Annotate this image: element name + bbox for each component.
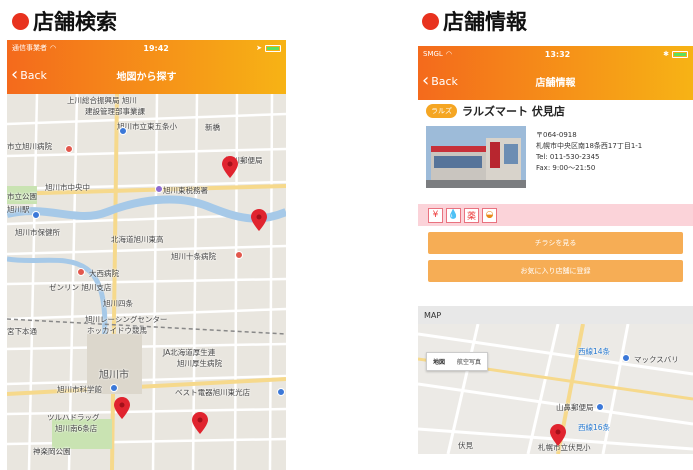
store-name: ラルズマート 伏見店 xyxy=(462,105,565,118)
map-label: ホッカイドウ競馬 xyxy=(87,326,147,335)
section-title-text: 店舗情報 xyxy=(443,10,527,34)
add-favorite-store-button[interactable]: お気に入り店舗に登録 xyxy=(428,260,683,282)
map-label: 旭川市中央中 xyxy=(45,183,90,192)
store-building-image xyxy=(426,126,526,188)
map-type-toggle: 地図 航空写真 xyxy=(426,352,489,371)
hospital-poi-icon xyxy=(235,251,243,259)
back-label: Back xyxy=(20,68,47,82)
map-label: 旭川駅 xyxy=(7,205,30,214)
map-view[interactable]: 上川総合振興局 旭川 建設管理部事業課 旭川市立東五条小 市立旭川病院 旭川郵便… xyxy=(7,94,286,470)
bluetooth-icon: ✱ xyxy=(663,50,669,58)
carrier-label: SMGL xyxy=(423,50,443,58)
back-button[interactable]: ‹ Back xyxy=(11,56,47,94)
store-hours: Fax: 9:00〜21:50 xyxy=(536,164,596,172)
map-type-map-button[interactable]: 地図 xyxy=(427,353,451,370)
yen-icon: ¥ xyxy=(428,207,443,223)
back-button[interactable]: ‹ Back xyxy=(422,62,458,100)
map-label-city: 旭川市 xyxy=(99,370,129,381)
map-label: マックスバリ xyxy=(634,355,679,364)
hospital-poi-icon xyxy=(77,268,85,276)
map-label: ツルハドラッグ xyxy=(47,413,100,422)
map-label: ベスト電器旭川東光店 xyxy=(175,388,251,397)
map-label: 宮下本通 xyxy=(7,327,37,336)
store-photo xyxy=(426,126,526,188)
map-label: 旭川厚生病院 xyxy=(177,359,222,368)
wifi-icon: ◠ xyxy=(445,50,452,58)
map-type-satellite-button[interactable]: 航空写真 xyxy=(451,353,487,370)
map-label: 北海道旭川東高 xyxy=(111,235,164,244)
battery-icon xyxy=(264,44,281,52)
map-label: 西線16条 xyxy=(578,423,611,432)
map-label: 旭川レーシングセンター xyxy=(85,315,168,324)
map-label: JA北海道厚生連 xyxy=(163,348,216,357)
map-label: 市立旭川病院 xyxy=(7,142,52,151)
battery-icon xyxy=(671,50,688,58)
map-label: 旭川市科学館 xyxy=(57,385,102,394)
hospital-poi-icon xyxy=(65,145,73,153)
store-pin-icon[interactable] xyxy=(222,156,238,178)
carrier-label: 通信事業者 xyxy=(12,44,47,52)
status-time: 19:42 xyxy=(143,43,169,53)
map-label: 旭川四条 xyxy=(103,299,133,308)
status-time: 13:32 xyxy=(544,49,571,59)
store-header: ラルズ ラルズマート 伏見店 xyxy=(418,100,693,122)
map-label: 伏見 xyxy=(458,441,473,450)
section-title-store-info: 店舗情報 xyxy=(422,6,527,36)
store-tel: Tel: 011-530-2345 xyxy=(536,153,600,161)
red-dot-icon xyxy=(12,12,29,30)
store-pin-icon[interactable] xyxy=(192,412,208,434)
map-label: ゼンリン 旭川支店 xyxy=(49,283,112,292)
pharmacy-icon: 薬 xyxy=(464,207,479,223)
nav-bar: ‹ Back 地図から探す xyxy=(7,56,286,94)
map-label: 大西病院 xyxy=(89,269,119,278)
phone-store-info: SMGL ◠ 13:32 ✱ ‹ Back 店舗情報 ラルズ ラルズマート 伏見… xyxy=(418,46,693,470)
post-office-poi-icon xyxy=(596,403,604,411)
red-dot-icon xyxy=(422,12,439,30)
map-label: 旭川東税務署 xyxy=(163,186,208,195)
nav-title: 地図から探す xyxy=(116,71,177,83)
nav-bar: ‹ Back 店舗情報 xyxy=(418,62,693,100)
map-label: 神楽岡公園 xyxy=(33,447,71,456)
store-brand-badge: ラルズ xyxy=(426,104,457,118)
chevron-left-icon: ‹ xyxy=(422,70,430,91)
view-flyer-button[interactable]: チラシを見る xyxy=(428,232,683,254)
poi-icon xyxy=(32,211,40,219)
poi-icon xyxy=(277,388,285,396)
store-address: 札幌市中央区南18条西17丁目1-1 xyxy=(536,142,643,150)
map-label: 市立公園 xyxy=(7,192,37,201)
phone-map-search: 通信事業者 ◠ 19:42 ➤ ‹ Back 地図から探す 上川総合振興局 旭川… xyxy=(7,40,286,470)
water-drop-icon: 💧 xyxy=(446,207,461,223)
map-label: 上川総合振興局 旭川 xyxy=(67,96,137,105)
store-pin-icon[interactable] xyxy=(251,209,267,231)
store-poi-icon xyxy=(622,354,630,362)
map-label: 西線14条 xyxy=(578,347,611,356)
store-map[interactable]: 地図 航空写真 西線14条 マックスバリ 山鼻郵便局 西線16条 伏見 札幌市立… xyxy=(418,324,693,454)
status-bar: 通信事業者 ◠ 19:42 ➤ xyxy=(7,40,286,56)
chevron-left-icon: ‹ xyxy=(11,64,19,85)
store-info: 〒064-0918 札幌市中央区南18条西17丁目1-1 Tel: 011-53… xyxy=(418,122,693,192)
map-label: 新橋 xyxy=(205,123,220,132)
location-arrow-icon: ➤ xyxy=(256,44,262,52)
map-label: 旭川市保健所 xyxy=(15,228,60,237)
bento-icon: ◒ xyxy=(482,207,497,223)
map-section-heading: MAP xyxy=(418,306,693,324)
section-title-text: 店舗検索 xyxy=(33,10,117,34)
transit-poi-icon xyxy=(119,127,127,135)
map-label: 山鼻郵便局 xyxy=(556,403,594,412)
back-label: Back xyxy=(431,74,458,88)
map-label: 旭川南6条店 xyxy=(55,424,98,433)
store-pin-icon[interactable] xyxy=(550,424,566,446)
section-title-store-search: 店舗検索 xyxy=(12,6,117,36)
status-bar: SMGL ◠ 13:32 ✱ xyxy=(418,46,693,62)
wifi-icon: ◠ xyxy=(50,44,57,52)
store-postal-code: 〒064-0918 xyxy=(536,131,577,139)
poi-icon xyxy=(155,185,163,193)
map-label: 建設管理部事業課 xyxy=(85,107,145,116)
service-icons: ¥ 💧 薬 ◒ xyxy=(418,204,693,226)
map-label: 旭川十条病院 xyxy=(171,252,216,261)
store-pin-icon[interactable] xyxy=(114,397,130,419)
store-details: 〒064-0918 札幌市中央区南18条西17丁目1-1 Tel: 011-53… xyxy=(536,126,642,188)
nav-title: 店舗情報 xyxy=(535,77,576,89)
poi-icon xyxy=(110,384,118,392)
